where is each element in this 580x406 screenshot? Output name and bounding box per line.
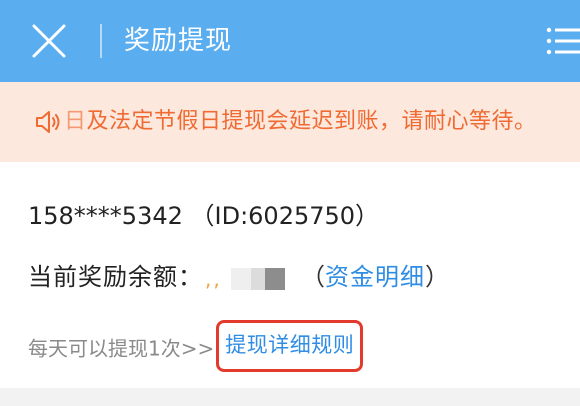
menu-icon xyxy=(546,27,580,55)
top-bar: 奖励提现 xyxy=(0,0,580,82)
withdraw-hint-row: 每天可以提现1次>> 提现详细规则 xyxy=(28,320,364,372)
menu-button[interactable] xyxy=(546,26,580,56)
account-info: 158****5342 （ID:6025750） xyxy=(28,202,380,230)
balance-value: ,, xyxy=(203,260,301,294)
close-button[interactable] xyxy=(30,22,68,60)
withdraw-card: 158****5342 （ID:6025750） 当前奖励余额：,, （资金明细）… xyxy=(0,162,580,388)
balance-label: 当前奖励余额： xyxy=(28,263,203,291)
mosaic-block xyxy=(231,268,253,290)
withdraw-rules-link[interactable]: 提现详细规则 xyxy=(225,333,354,357)
open-paren: （ xyxy=(301,263,325,291)
rules-highlight: 提现详细规则 xyxy=(216,320,364,372)
header-divider xyxy=(100,24,102,58)
balance-row: 当前奖励余额：,, （资金明细） xyxy=(28,260,449,294)
close-icon xyxy=(32,24,66,58)
withdraw-limit-text: 每天可以提现1次>> xyxy=(28,336,215,361)
close-paren: ） xyxy=(425,263,449,291)
notice-message: 日及法定节假日提现会延迟到账，请耐心等待。 xyxy=(64,104,580,140)
notice-bar: 日及法定节假日提现会延迟到账，请耐心等待。 xyxy=(0,82,580,162)
notice-text: 及法定节假日提现会延迟到账，请耐心等待。 xyxy=(86,109,537,134)
balance-masked-digits: ,, xyxy=(205,267,222,291)
mosaic-block xyxy=(251,268,265,290)
page-title: 奖励提现 xyxy=(124,26,233,56)
fund-details-link[interactable]: 资金明细 xyxy=(325,263,425,291)
speaker-icon xyxy=(34,108,64,136)
notice-lead: 日 xyxy=(64,109,87,134)
mosaic-block xyxy=(265,268,285,290)
